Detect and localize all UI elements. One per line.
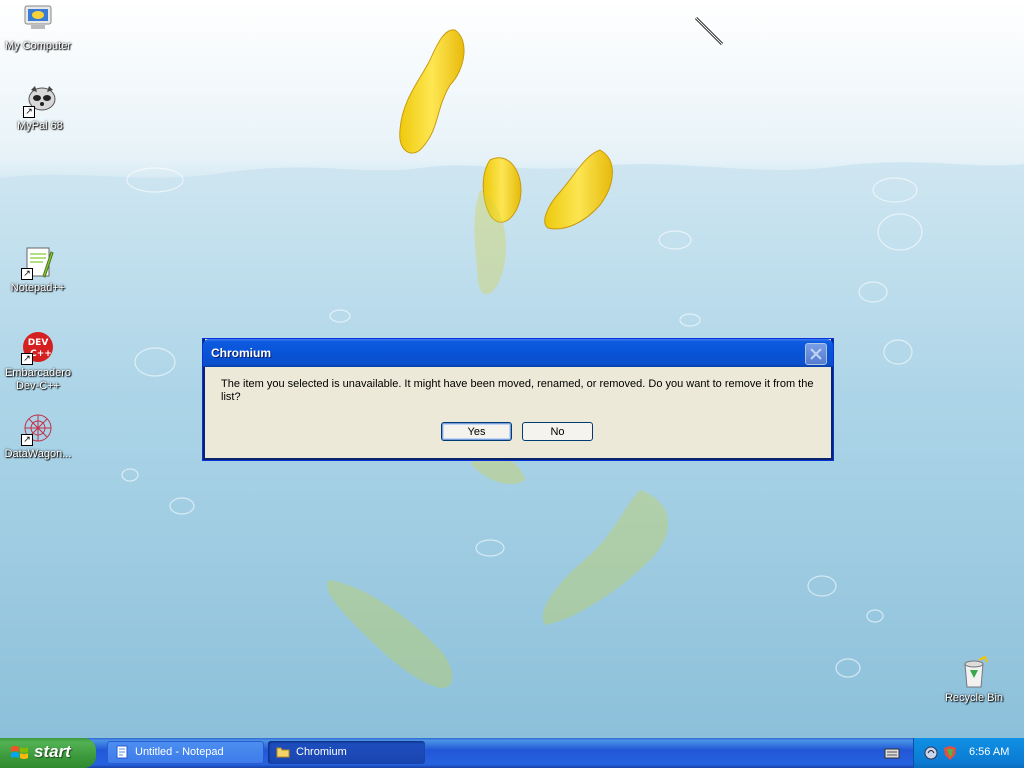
keyboard-icon[interactable] [884,746,900,760]
desktop-icon-notepadpp[interactable]: ↗ Notepad++ [0,246,76,295]
dialog-message: The item you selected is unavailable. It… [221,378,814,403]
notepadpp-icon: ↗ [21,246,55,280]
taskbar-button-label: Chromium [296,746,347,758]
desktop-icon-datawagon[interactable]: ↗ DataWagon... [0,412,76,461]
desktop-icon-label: DataWagon... [4,448,72,460]
clock[interactable]: 6:56 AM [969,746,1009,758]
notepad-icon [116,745,128,759]
chromium-dialog: Chromium The item you selected is unavai… [203,339,833,460]
desktop-icon-label: My Computer [4,40,72,52]
desktop-icon-my-computer[interactable]: My Computer [0,4,76,53]
start-label: start [34,742,71,761]
start-button[interactable]: start [0,738,96,768]
desktop-icon-devcpp[interactable]: DEV C++ ↗ Embarcadero Dev-C++ [0,331,76,393]
mouse-cursor-icon [694,16,724,46]
dialog-title: Chromium [211,346,271,360]
desktop-icon-mypal[interactable]: ↗ MyPal 68 [2,84,78,133]
security-shield-icon[interactable] [942,745,958,761]
close-icon [810,348,822,360]
taskbar-button-chromium[interactable]: Chromium [268,741,425,764]
shortcut-arrow-icon: ↗ [21,353,33,365]
datawagon-icon: ↗ [21,412,55,446]
network-icon[interactable] [923,745,939,761]
recycle-bin-icon [957,655,991,690]
system-tray: 6:56 AM [913,738,1024,768]
my-computer-icon [21,4,55,38]
yes-button[interactable]: Yes [441,422,512,441]
desktop: My Computer ↗ MyPal 68 ↗ Notepad++ DEV C+… [0,0,1024,738]
svg-text:DEV: DEV [28,338,49,348]
taskbar-button-label: Untitled - Notepad [135,746,224,758]
shortcut-arrow-icon: ↗ [21,434,33,446]
mypal-raccoon-icon: ↗ [23,84,57,118]
folder-icon [276,747,290,758]
desktop-icon-label: MyPal 68 [17,120,63,132]
desktop-icon-label: Embarcadero Dev-C++ [4,367,72,392]
svg-text:C++: C++ [30,349,52,359]
shortcut-arrow-icon: ↗ [21,268,33,280]
windows-flag-icon [11,746,28,759]
dialog-title-bar[interactable]: Chromium [203,339,833,367]
desktop-icon-recycle-bin[interactable]: Recycle Bin [936,655,1012,705]
desktop-icon-label: Recycle Bin [944,692,1004,704]
taskbar-button-notepad[interactable]: Untitled - Notepad [107,741,264,764]
dialog-close-button[interactable] [805,343,827,365]
shortcut-arrow-icon: ↗ [23,106,35,118]
no-button[interactable]: No [522,422,593,441]
taskbar: start Untitled - Notepad Chromium 6:56 A… [0,738,1024,768]
devcpp-icon: DEV C++ ↗ [21,331,55,365]
desktop-icon-label: Notepad++ [10,282,66,294]
